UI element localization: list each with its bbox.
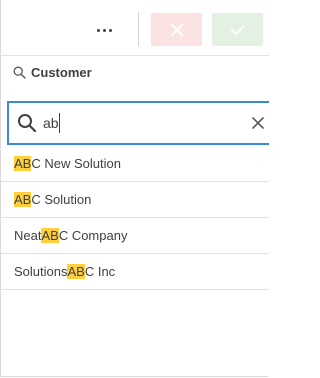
match-highlight: AB	[41, 228, 59, 243]
search-input[interactable]	[43, 112, 223, 134]
field-title-label: Customer	[31, 64, 92, 80]
selection-toolbar	[1, 0, 269, 55]
list-item[interactable]: Solutions AB C Inc	[1, 254, 269, 290]
checkmark-icon	[230, 24, 245, 35]
selection-panel: Customer ABC New Solution ABC Solution N…	[0, 0, 269, 377]
clear-search-button[interactable]	[250, 115, 266, 131]
confirm-selection-button[interactable]	[212, 13, 263, 46]
search-icon	[17, 113, 37, 133]
cancel-selection-button[interactable]	[151, 13, 202, 46]
search-box[interactable]	[7, 101, 269, 145]
item-text-after: C Inc	[84, 264, 116, 279]
match-highlight: AB	[14, 156, 32, 171]
more-options-button[interactable]	[89, 14, 119, 46]
close-icon	[252, 117, 264, 129]
close-icon	[170, 23, 183, 36]
toolbar-divider-line	[1, 55, 269, 56]
item-text-before: Solutions	[14, 264, 68, 279]
match-highlight: AB	[67, 264, 85, 279]
item-text-after: C New Solution	[31, 156, 121, 171]
more-horizontal-icon	[96, 28, 112, 32]
list-item[interactable]: AB C New Solution	[1, 146, 269, 182]
list-item[interactable]: AB C Solution	[1, 182, 269, 218]
search-icon	[13, 66, 26, 79]
toolbar-divider	[138, 12, 139, 46]
item-text-after: C Solution	[31, 192, 92, 207]
match-highlight: AB	[14, 192, 32, 207]
item-text-after: C Company	[58, 228, 128, 243]
field-title[interactable]: Customer	[13, 62, 92, 82]
results-list: AB C New Solution AB C Solution Neat AB C C…	[1, 146, 269, 290]
item-text-before: Neat	[14, 228, 42, 243]
text-cursor	[59, 113, 60, 133]
list-item[interactable]: Neat AB C Company	[1, 218, 269, 254]
